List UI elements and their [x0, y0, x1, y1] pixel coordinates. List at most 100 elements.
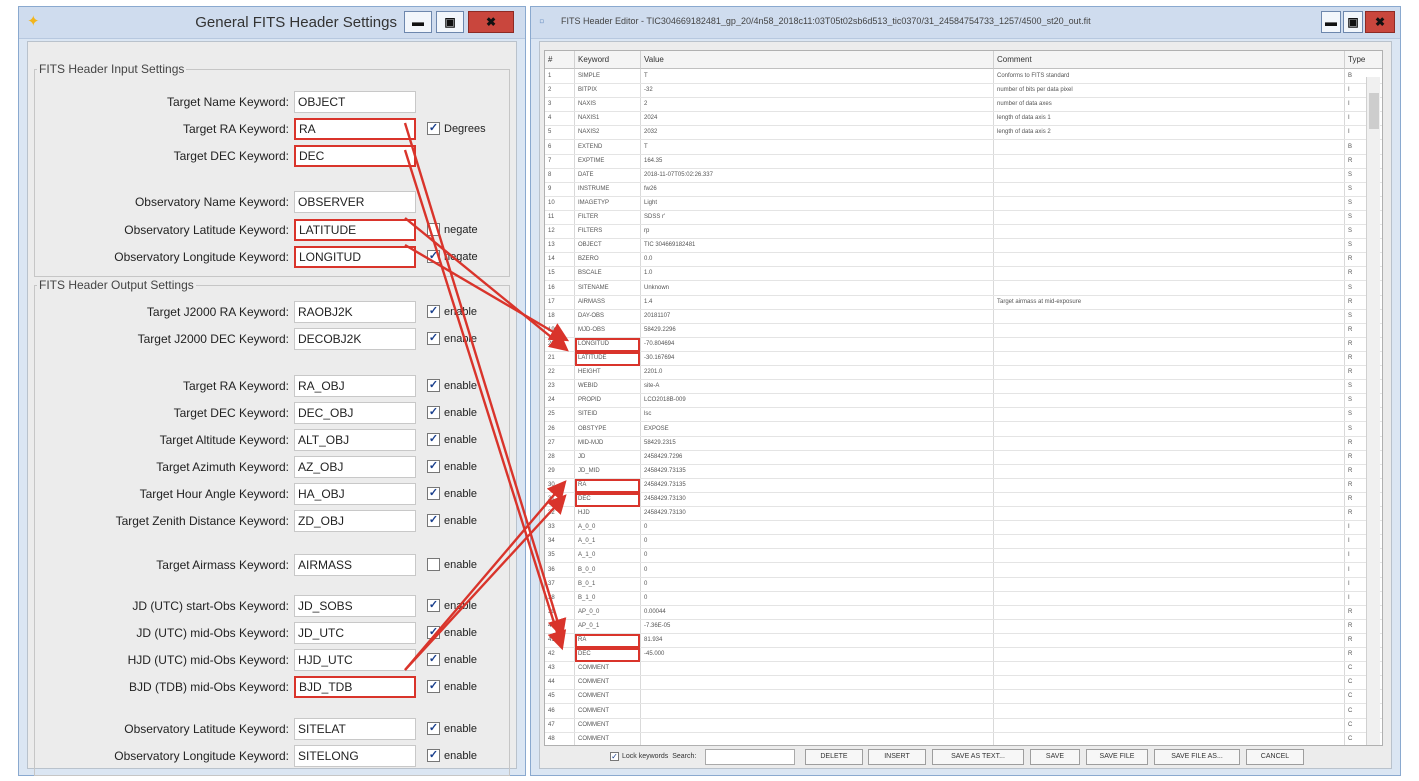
table-cell[interactable]: 18: [548, 310, 573, 323]
table-cell[interactable]: LCO2018B-009: [644, 394, 992, 407]
output-keyword-input[interactable]: AIRMASS: [294, 554, 416, 576]
table-cell[interactable]: 4: [548, 112, 573, 125]
table-row[interactable]: 48 COMMENT C: [545, 733, 1382, 745]
table-row[interactable]: 14 BZERO 0.0 R: [545, 253, 1382, 268]
table-row[interactable]: 11 FILTER SDSS r' S: [545, 211, 1382, 225]
title-bar[interactable]: ✦ General FITS Header Settings ▬ ▣ ✖: [19, 7, 525, 39]
table-cell[interactable]: IMAGETYP: [578, 197, 639, 210]
table-cell[interactable]: 2458429.73130: [644, 493, 992, 506]
table-row[interactable]: 9 INSTRUME fw26 S: [545, 183, 1382, 197]
output-enable-checkbox[interactable]: ✓: [427, 599, 440, 612]
table-cell[interactable]: DAY-OBS: [578, 310, 639, 323]
table-cell[interactable]: INSTRUME: [578, 183, 639, 196]
table-row[interactable]: 45 COMMENT C: [545, 690, 1382, 705]
table-cell[interactable]: 2201.0: [644, 366, 992, 379]
table-cell[interactable]: Conforms to FITS standard: [997, 70, 1343, 83]
table-cell[interactable]: 28: [548, 451, 573, 464]
table-cell[interactable]: 15: [548, 267, 573, 280]
table-cell[interactable]: 81.934: [644, 634, 992, 647]
table-cell[interactable]: 0: [644, 521, 992, 534]
table-cell[interactable]: 20181107: [644, 310, 992, 323]
table-cell[interactable]: number of data axes: [997, 98, 1343, 111]
table-row[interactable]: 37 B_0_1 0 I: [545, 578, 1382, 592]
table-cell[interactable]: COMMENT: [578, 662, 639, 675]
table-cell[interactable]: 19: [548, 324, 573, 337]
table-cell[interactable]: 11: [548, 211, 573, 224]
table-row[interactable]: 17 AIRMASS 1.4 Target airmass at mid-exposu…: [545, 296, 1382, 310]
table-cell[interactable]: OBSTYPE: [578, 423, 639, 436]
table-cell[interactable]: SITENAME: [578, 282, 639, 295]
minimize-button[interactable]: ▬: [404, 11, 432, 33]
table-cell[interactable]: 8: [548, 169, 573, 182]
table-cell[interactable]: 164.35: [644, 155, 992, 168]
table-cell[interactable]: DATE: [578, 169, 639, 182]
table-cell[interactable]: 10: [548, 197, 573, 210]
table-cell[interactable]: AP_0_0: [578, 606, 639, 619]
input-keyword-input[interactable]: LONGITUD: [294, 246, 416, 268]
output-keyword-input[interactable]: ALT_OBJ: [294, 429, 416, 451]
table-cell[interactable]: 32: [548, 507, 573, 520]
table-cell[interactable]: MID-MJD: [578, 437, 639, 450]
table-row[interactable]: 32 HJD 2458429.73130 R: [545, 507, 1382, 522]
table-cell[interactable]: 27: [548, 437, 573, 450]
table-cell[interactable]: A_1_0: [578, 549, 639, 562]
table-cell[interactable]: 12: [548, 225, 573, 238]
table-cell[interactable]: 2458429.73130: [644, 507, 992, 520]
table-row[interactable]: 42 DEC -45.000 R: [545, 648, 1382, 663]
table-cell[interactable]: 0: [644, 549, 992, 562]
table-cell[interactable]: NAXIS1: [578, 112, 639, 125]
table-cell[interactable]: JD_MID: [578, 465, 639, 478]
table-cell[interactable]: BITPIX: [578, 84, 639, 97]
table-cell[interactable]: 41: [548, 634, 573, 647]
output-keyword-input[interactable]: AZ_OBJ: [294, 456, 416, 478]
table-row[interactable]: 40 AP_0_1 -7.36E-05 R: [545, 620, 1382, 634]
table-cell[interactable]: 29: [548, 465, 573, 478]
table-cell[interactable]: 2: [548, 84, 573, 97]
cancel-button[interactable]: CANCEL: [1246, 749, 1304, 765]
table-row[interactable]: 1 SIMPLE T Conforms to FITS standard B: [545, 70, 1382, 84]
output-enable-checkbox[interactable]: ✓: [427, 332, 440, 345]
save-file-as-button[interactable]: SAVE FILE AS...: [1154, 749, 1240, 765]
table-cell[interactable]: EXTEND: [578, 141, 639, 154]
table-cell[interactable]: 46: [548, 705, 573, 718]
output-enable-checkbox[interactable]: ✓: [427, 379, 440, 392]
table-cell[interactable]: 0.00044: [644, 606, 992, 619]
table-row[interactable]: 15 BSCALE 1.0 R: [545, 267, 1382, 282]
output-keyword-input[interactable]: RA_OBJ: [294, 375, 416, 397]
input-keyword-input[interactable]: DEC: [294, 145, 416, 167]
table-cell[interactable]: TIC 304669182481: [644, 239, 992, 252]
table-row[interactable]: 36 B_0_0 0 I: [545, 564, 1382, 578]
save-button[interactable]: SAVE: [1030, 749, 1080, 765]
insert-button[interactable]: INSERT: [868, 749, 926, 765]
table-cell[interactable]: EXPOSE: [644, 423, 992, 436]
table-cell[interactable]: 0: [644, 564, 992, 577]
table-cell[interactable]: JD: [578, 451, 639, 464]
table-cell[interactable]: HEIGHT: [578, 366, 639, 379]
input-Degrees-checkbox[interactable]: ✓: [427, 122, 440, 135]
table-cell[interactable]: BZERO: [578, 253, 639, 266]
save-file-button[interactable]: SAVE FILE: [1086, 749, 1148, 765]
output-keyword-input[interactable]: BJD_TDB: [294, 676, 416, 698]
table-cell[interactable]: 20: [548, 338, 573, 351]
output-enable-checkbox[interactable]: [427, 558, 440, 571]
table-row[interactable]: 7 EXPTIME 164.35 R: [545, 155, 1382, 169]
column-header[interactable]: Keyword: [575, 51, 641, 69]
maximize-button[interactable]: ▣: [436, 11, 464, 33]
table-row[interactable]: 3 NAXIS 2 number of data axes I: [545, 98, 1382, 113]
table-row[interactable]: 27 MID-MJD 58429.2315 R: [545, 437, 1382, 451]
output-keyword-input[interactable]: HJD_UTC: [294, 649, 416, 671]
table-cell[interactable]: 30: [548, 479, 573, 492]
table-cell[interactable]: AIRMASS: [578, 296, 639, 309]
table-row[interactable]: 31 DEC 2458429.73130 R: [545, 493, 1382, 507]
table-cell[interactable]: NAXIS2: [578, 126, 639, 139]
table-row[interactable]: 43 COMMENT C: [545, 662, 1382, 677]
table-cell[interactable]: 2032: [644, 126, 992, 139]
output-keyword-input[interactable]: ZD_OBJ: [294, 510, 416, 532]
table-cell[interactable]: 1.0: [644, 267, 992, 280]
minimize-button[interactable]: ▬: [1321, 11, 1341, 33]
table-cell[interactable]: B_0_1: [578, 578, 639, 591]
table-cell[interactable]: 58429.2315: [644, 437, 992, 450]
output-enable-checkbox[interactable]: ✓: [427, 749, 440, 762]
table-cell[interactable]: 24: [548, 394, 573, 407]
table-row[interactable]: 33 A_0_0 0 I: [545, 521, 1382, 536]
